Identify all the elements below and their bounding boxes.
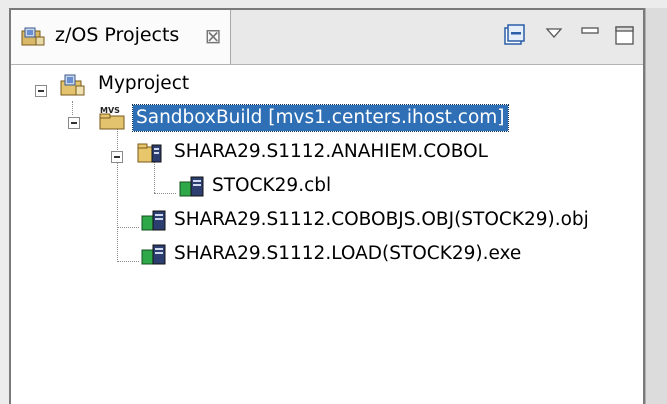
zos-projects-view-icon [19, 25, 47, 49]
dataset-member-icon [140, 207, 168, 233]
close-tab-icon[interactable]: ⊠ [202, 25, 224, 47]
view-title: z/OS Projects [55, 24, 180, 46]
view-tab-bar: z/OS Projects ⊠ [11, 10, 643, 65]
tree-guide [117, 227, 139, 228]
member-icon [178, 173, 206, 199]
project-icon [58, 72, 86, 98]
tree-node-label: SHARA29.S1112.LOAD(STOCK29).exe [174, 243, 522, 264]
collapse-all-icon[interactable] [501, 22, 527, 48]
tree-guide [117, 124, 118, 262]
tree-guide [154, 193, 176, 194]
tree-node-label: SHARA29.S1112.COBOBJS.OBJ(STOCK29).obj [174, 209, 589, 230]
tree-guide [72, 101, 73, 115]
tree-guide [117, 261, 139, 262]
minimize-icon[interactable] [578, 22, 604, 48]
project-tree[interactable]: Myproject MVS SandboxBuild [mvs1.centers… [11, 65, 643, 404]
tab-zos-projects[interactable]: z/OS Projects ⊠ [11, 10, 231, 64]
maximize-icon[interactable] [612, 22, 638, 48]
view-menu-icon[interactable] [542, 22, 568, 48]
tree-node-label: SandboxBuild [mvs1.centers.ihost.com] [132, 104, 509, 132]
pds-folder-icon [136, 139, 164, 165]
tree-node-label: SHARA29.S1112.ANAHIEM.COBOL [174, 141, 488, 162]
collapse-toggle[interactable] [35, 85, 47, 97]
zos-projects-view: z/OS Projects ⊠ Myproject MVS SandboxBui… [9, 8, 645, 404]
adjacent-view-edge [645, 8, 667, 404]
tree-node-label: STOCK29.cbl [212, 175, 332, 196]
mvs-subproject-icon: MVS [98, 105, 126, 131]
collapse-toggle[interactable] [111, 151, 123, 163]
dataset-member-icon [140, 241, 168, 267]
tree-node-label: Myproject [98, 73, 190, 94]
collapse-toggle[interactable] [68, 117, 80, 129]
